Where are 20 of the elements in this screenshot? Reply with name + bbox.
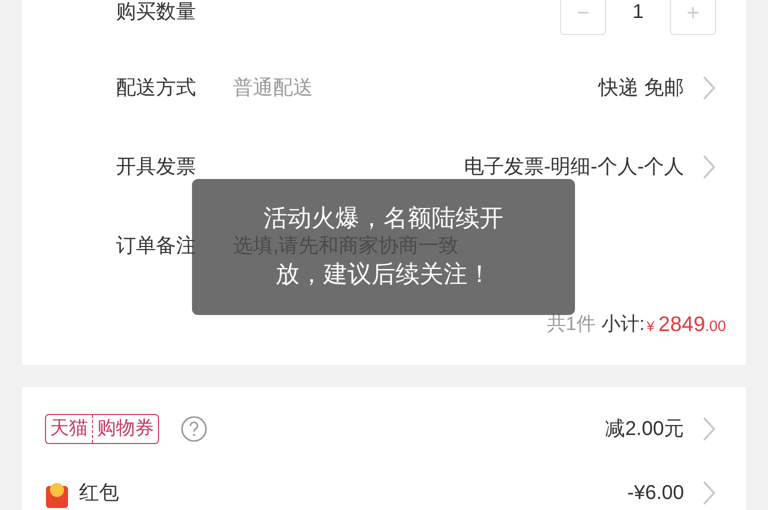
field-label: 配送方式 [116,76,197,100]
subtotal-label: 小计: [601,312,645,337]
tmall-coupon-badge: 天猫 购物券 [45,414,159,444]
chevron-right-icon [702,74,716,100]
field-label: 开具发票 [116,154,197,180]
option-detail: 普通配送 [233,76,313,100]
field-label: 购买数量 [116,0,197,25]
discount-value[interactable]: -¥6.00 [627,478,684,508]
quantity-value: 1 [631,0,645,25]
discount-value[interactable]: 减2.00元 [605,414,684,444]
chevron-right-icon [702,416,716,442]
item-count: 共1件 [546,312,596,337]
help-icon[interactable] [181,416,207,442]
option-value[interactable]: 电子发票-明细-个人-个人 [464,152,684,182]
chevron-right-icon [702,154,716,180]
subtotal-price: ¥ 2849.00 [646,312,726,338]
envelope-icon [45,482,69,508]
packet-label: 红包 [79,481,119,506]
option-value[interactable]: 快递 免邮 [598,72,684,102]
chevron-right-icon [702,480,716,506]
